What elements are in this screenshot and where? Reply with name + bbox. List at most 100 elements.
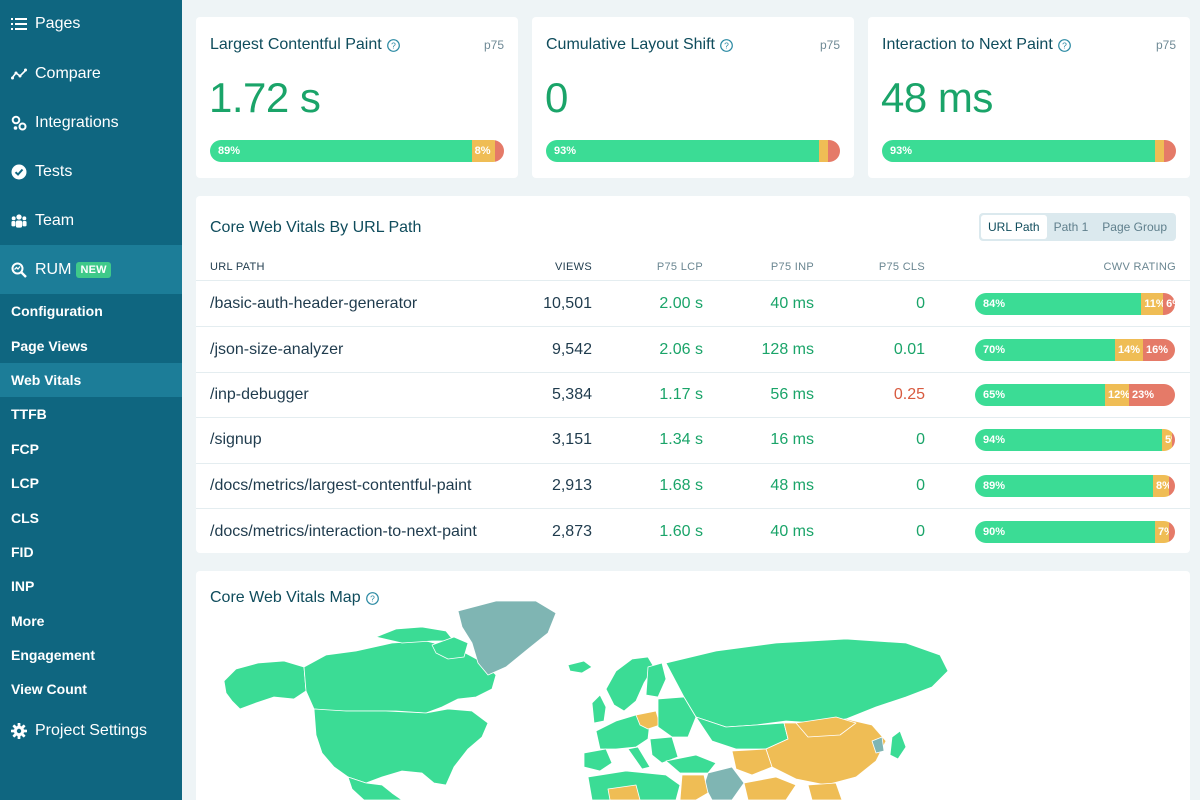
url-path-cell[interactable]: /docs/metrics/largest-contentful-paint bbox=[210, 477, 471, 495]
column-header-cwv-rating[interactable]: CWV RATING bbox=[1104, 261, 1176, 273]
cls-cell: 0 bbox=[916, 522, 925, 540]
table-row[interactable]: /inp-debugger 5,384 1.17 s 56 ms 0.25 65% 12% 2… bbox=[196, 373, 1190, 419]
check-circle-icon bbox=[11, 164, 27, 180]
map-region-mexico bbox=[347, 776, 403, 800]
rating-segment-needs-improvement: 14% bbox=[1115, 338, 1143, 361]
cwv-map-card: Core Web Vitals Map ? bbox=[196, 571, 1190, 800]
help-icon[interactable]: ? bbox=[720, 38, 733, 52]
views-cell: 5,384 bbox=[551, 385, 592, 403]
sidebar-subitem-web-vitals[interactable]: Web Vitals bbox=[0, 362, 182, 398]
cwv-rating-bar: 94%5% bbox=[975, 429, 1175, 452]
rating-segment-poor: 6% bbox=[1163, 293, 1175, 316]
map-region-south-asia bbox=[743, 776, 797, 800]
table-header: URL PATH VIEWS P75 LCP P75 INP P75 CLS C… bbox=[196, 254, 1190, 281]
map-region-middle-east bbox=[679, 774, 709, 800]
rating-segment-poor bbox=[1169, 520, 1175, 543]
rating-segment-poor bbox=[828, 140, 840, 162]
sidebar-subitem-ttfb[interactable]: TTFB bbox=[0, 397, 182, 431]
sidebar-subitem-engagement[interactable]: Engagement bbox=[0, 638, 182, 672]
sidebar-item-rum[interactable]: RUM NEW bbox=[0, 245, 182, 294]
rating-segment-poor bbox=[1164, 140, 1176, 162]
new-badge: NEW bbox=[76, 261, 111, 278]
sidebar-item-team[interactable]: Team bbox=[0, 196, 182, 245]
sidebar-subitem-cls[interactable]: CLS bbox=[0, 500, 182, 534]
kpi-distribution-bar: 93% bbox=[882, 140, 1176, 162]
map-region-iceland bbox=[567, 660, 593, 674]
rum-sub-nav: Configuration Page Views Web Vitals TTFB FCP… bbox=[0, 294, 182, 707]
help-icon[interactable]: ? bbox=[386, 38, 400, 52]
sidebar-item-label: Pages bbox=[35, 15, 81, 32]
sidebar-subitem-fcp[interactable]: FCP bbox=[0, 432, 182, 466]
table-row[interactable]: /json-size-analyzer 9,542 2.06 s 128 ms 0.01… bbox=[196, 327, 1190, 373]
map-region-arctic-islands bbox=[375, 626, 455, 644]
help-icon[interactable]: ? bbox=[1057, 38, 1071, 52]
url-path-cell[interactable]: /basic-auth-header-generator bbox=[210, 295, 417, 313]
sidebar-item-project-settings[interactable]: Project Settings bbox=[0, 706, 182, 755]
cwv-rating-bar: 84%11%6% bbox=[975, 293, 1175, 316]
rating-segment-needs-improvement: 8% bbox=[1153, 474, 1169, 497]
tab-page-group[interactable]: Page Group bbox=[1095, 215, 1174, 239]
sidebar-subitem-inp[interactable]: INP bbox=[0, 569, 182, 603]
sidebar-subitem-fid[interactable]: FID bbox=[0, 535, 182, 569]
column-header-p75-inp[interactable]: P75 INP bbox=[771, 261, 814, 273]
kpi-card-inp: Interaction to Next Paint ? p75 48 ms 93… bbox=[868, 17, 1190, 178]
column-header-p75-cls[interactable]: P75 CLS bbox=[879, 261, 925, 273]
url-path-cell[interactable]: /signup bbox=[210, 431, 262, 449]
sidebar: Pages Compare Integrations Tests Team RU… bbox=[0, 0, 182, 800]
rating-segment-poor bbox=[1169, 474, 1175, 497]
sidebar-subitem-view-count[interactable]: View Count bbox=[0, 672, 182, 706]
inp-cell: 48 ms bbox=[770, 476, 814, 494]
rating-segment-needs-improvement: 12% bbox=[1105, 383, 1129, 406]
map-region-iberia bbox=[583, 748, 613, 772]
rating-segment-needs-improvement: 11% bbox=[1141, 293, 1164, 316]
map-region-finland bbox=[645, 662, 667, 698]
column-header-p75-lcp[interactable]: P75 LCP bbox=[657, 261, 703, 273]
cls-cell: 0 bbox=[916, 295, 925, 313]
lcp-cell: 1.17 s bbox=[659, 385, 703, 403]
lcp-cell: 1.60 s bbox=[659, 522, 703, 540]
kpi-distribution-bar: 89% 8% bbox=[210, 140, 504, 162]
kpi-title: Interaction to Next Paint bbox=[882, 36, 1053, 53]
table-row[interactable]: /basic-auth-header-generator 10,501 2.00 s… bbox=[196, 282, 1190, 328]
column-header-views[interactable]: VIEWS bbox=[555, 261, 592, 273]
url-path-cell[interactable]: /inp-debugger bbox=[210, 386, 309, 404]
views-cell: 3,151 bbox=[551, 431, 592, 449]
column-header-url-path[interactable]: URL PATH bbox=[210, 261, 265, 273]
sidebar-subitem-page-views[interactable]: Page Views bbox=[0, 328, 182, 362]
rating-segment-poor: 16% bbox=[1143, 338, 1175, 361]
cls-cell: 0 bbox=[916, 431, 925, 449]
views-cell: 10,501 bbox=[543, 295, 592, 313]
world-map[interactable] bbox=[196, 571, 1190, 800]
kpi-card-cls: Cumulative Layout Shift ? p75 0 93% bbox=[532, 17, 854, 178]
url-path-cell[interactable]: /docs/metrics/interaction-to-next-paint bbox=[210, 523, 477, 541]
sidebar-subitem-lcp[interactable]: LCP bbox=[0, 466, 182, 500]
sidebar-subitem-more[interactable]: More bbox=[0, 604, 182, 638]
percentile-label: p75 bbox=[819, 38, 840, 52]
url-path-cell[interactable]: /json-size-analyzer bbox=[210, 341, 343, 359]
sidebar-item-tests[interactable]: Tests bbox=[0, 147, 182, 196]
views-cell: 2,913 bbox=[551, 476, 592, 494]
tab-path-1[interactable]: Path 1 bbox=[1047, 215, 1096, 239]
rating-segment-needs-improvement: 5% bbox=[1162, 429, 1172, 452]
sidebar-item-compare[interactable]: Compare bbox=[0, 49, 182, 98]
tab-url-path[interactable]: URL Path bbox=[980, 215, 1047, 239]
svg-text:?: ? bbox=[1062, 40, 1067, 50]
table-row[interactable]: /docs/metrics/interaction-to-next-paint 2… bbox=[196, 509, 1190, 554]
magnifier-icon bbox=[11, 262, 27, 278]
sidebar-item-pages[interactable]: Pages bbox=[0, 0, 182, 49]
cwv-by-url-card: Core Web Vitals By URL Path URL Path Path… bbox=[196, 196, 1190, 553]
rating-segment-poor bbox=[495, 140, 504, 162]
lcp-cell: 1.34 s bbox=[659, 431, 703, 449]
views-cell: 9,542 bbox=[551, 340, 592, 358]
rating-segment-good: 93% bbox=[882, 140, 1156, 162]
rating-segment-good: 89% bbox=[210, 140, 472, 162]
map-region-central-asia bbox=[731, 748, 773, 776]
rating-segment-needs-improvement bbox=[1155, 140, 1165, 162]
sidebar-subitem-configuration[interactable]: Configuration bbox=[0, 294, 182, 328]
table-row[interactable]: /signup 3,151 1.34 s 16 ms 0 94%5% bbox=[196, 418, 1190, 464]
percentile-label: p75 bbox=[1155, 38, 1176, 52]
sidebar-item-integrations[interactable]: Integrations bbox=[0, 98, 182, 147]
table-row[interactable]: /docs/metrics/largest-contentful-paint 2,… bbox=[196, 464, 1190, 509]
map-region-russia bbox=[665, 638, 949, 728]
rating-segment-good: 93% bbox=[546, 140, 820, 162]
